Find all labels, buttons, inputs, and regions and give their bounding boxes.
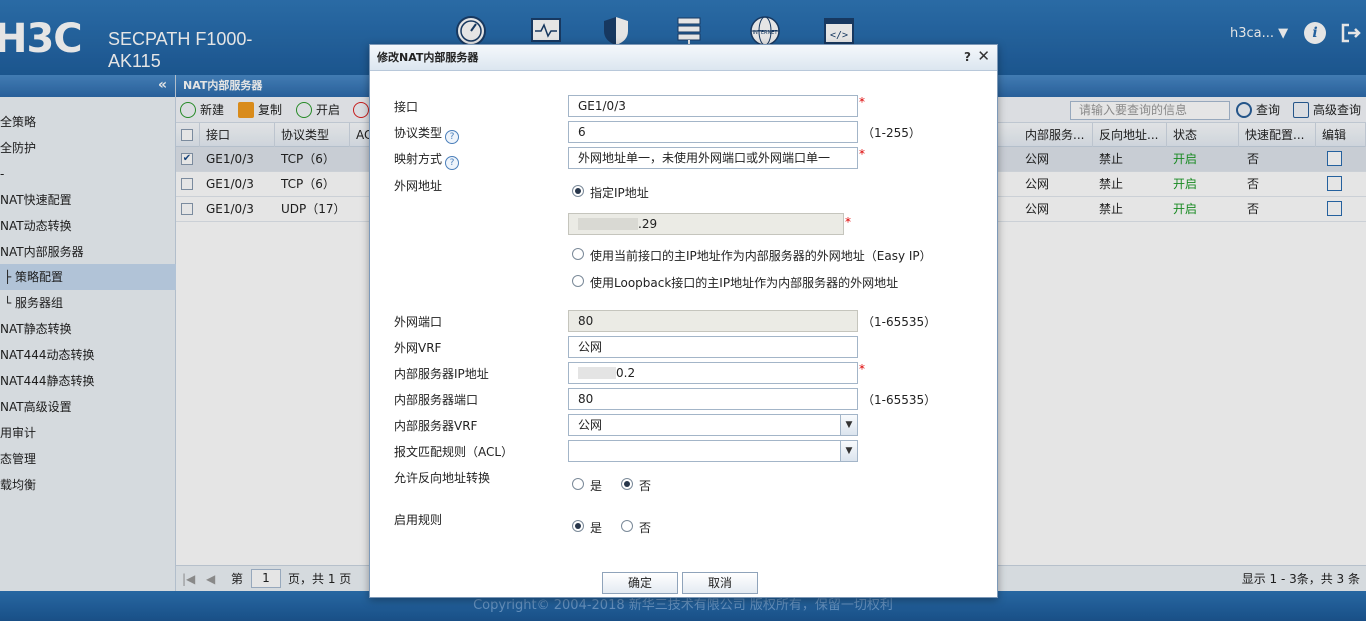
ext-ip-field[interactable]: .29	[568, 213, 844, 235]
help-icon[interactable]: ?	[445, 156, 460, 170]
cancel-button[interactable]: 取消	[682, 572, 758, 594]
reverse-no-radio[interactable]: 否	[621, 477, 651, 494]
help-icon[interactable]: ?	[445, 130, 460, 144]
enable-no-radio[interactable]: 否	[621, 519, 651, 536]
loopback-radio[interactable]: 使用Loopback接口的主IP地址作为内部服务器的外网地址	[572, 274, 898, 291]
ext-addr-label: 外网地址	[394, 179, 443, 193]
protocol-field[interactable]: 6	[568, 121, 858, 143]
chevron-down-icon[interactable]: ▼	[840, 415, 857, 435]
edit-nat-server-dialog: 修改NAT内部服务器 ? ✕ 接口 GE1/0/3 * 协议类型? 6 （1-2…	[369, 44, 998, 598]
ext-vrf-label: 外网VRF	[394, 341, 442, 355]
interface-field[interactable]: GE1/0/3	[568, 95, 858, 117]
ext-port-label: 外网端口	[394, 315, 443, 329]
easy-ip-radio[interactable]: 使用当前接口的主IP地址作为内部服务器的外网地址（Easy IP）	[572, 247, 932, 264]
ext-vrf-field[interactable]: 公网	[568, 336, 858, 358]
inner-ip-field[interactable]: 0.2	[568, 362, 858, 384]
protocol-label: 协议类型?	[394, 124, 460, 144]
chevron-down-icon[interactable]: ▼	[840, 441, 857, 461]
inner-port-field[interactable]: 80	[568, 388, 858, 410]
radio-off[interactable]	[572, 275, 584, 287]
inner-port-label: 内部服务器端口	[394, 393, 479, 407]
acl-label: 报文匹配规则（ACL）	[394, 445, 514, 459]
inner-ip-label: 内部服务器IP地址	[394, 367, 489, 381]
enable-yes-radio[interactable]: 是	[572, 519, 602, 536]
radio-off[interactable]	[621, 520, 633, 532]
enable-label: 启用规则	[394, 513, 443, 527]
radio-on[interactable]	[621, 478, 633, 490]
radio-off[interactable]	[572, 478, 584, 490]
mapping-label: 映射方式?	[394, 150, 460, 170]
mapping-field[interactable]: 外网地址单一，未使用外网端口或外网端口单一	[568, 147, 858, 169]
interface-label: 接口	[394, 100, 419, 114]
reverse-yes-radio[interactable]: 是	[572, 477, 602, 494]
ext-ip-radio[interactable]: 指定IP地址	[572, 184, 649, 201]
radio-on[interactable]	[572, 520, 584, 532]
dialog-header: 修改NAT内部服务器 ? ✕	[370, 45, 997, 71]
close-icon[interactable]: ✕	[977, 47, 990, 65]
inner-vrf-select[interactable]: 公网 ▼	[568, 414, 858, 436]
ext-port-field[interactable]: 80	[568, 310, 858, 332]
help-icon[interactable]: ?	[964, 50, 971, 64]
reverse-label: 允许反向地址转换	[394, 471, 491, 485]
acl-select[interactable]: ▼	[568, 440, 858, 462]
radio-off[interactable]	[572, 248, 584, 260]
ok-button[interactable]: 确定	[602, 572, 678, 594]
inner-vrf-label: 内部服务器VRF	[394, 419, 478, 433]
dialog-title: 修改NAT内部服务器	[377, 51, 479, 64]
radio-on[interactable]	[572, 185, 584, 197]
